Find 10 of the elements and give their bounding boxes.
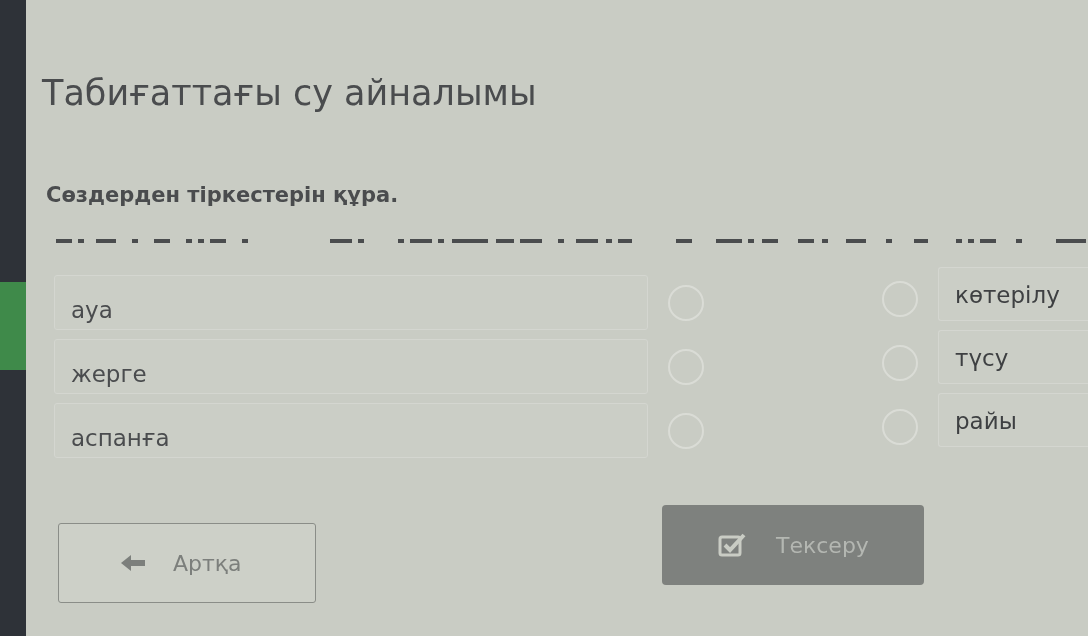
checkbox-icon xyxy=(718,533,746,558)
word-card[interactable]: көтерілу xyxy=(938,267,1088,322)
word-card[interactable]: ауа xyxy=(54,275,648,331)
word-card[interactable]: аспанға xyxy=(54,403,648,459)
word-card[interactable]: жерге xyxy=(54,339,648,395)
instruction-text: Сөздерден тіркестерін құра. xyxy=(46,181,400,209)
word-card[interactable]: райы xyxy=(938,393,1088,448)
arrow-left-icon xyxy=(121,555,145,572)
word-card[interactable]: түсу xyxy=(938,330,1088,385)
page-title: Табиғаттағы су айналымы xyxy=(42,72,538,115)
